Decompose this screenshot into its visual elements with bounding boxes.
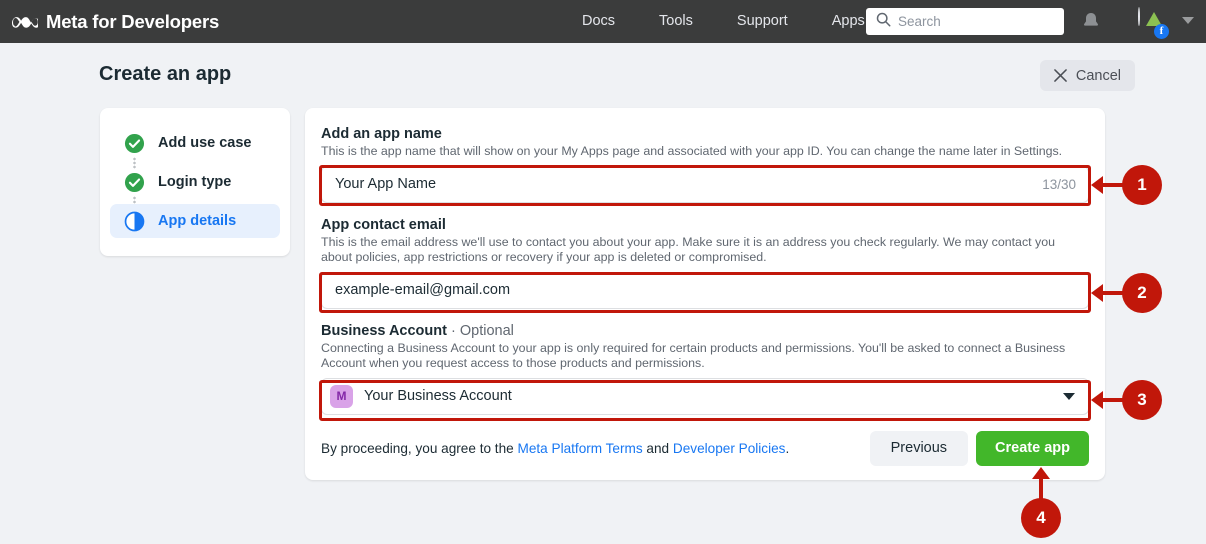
callout-badge-2: 2 — [1122, 273, 1162, 313]
business-account-select[interactable]: M Your Business Account — [321, 377, 1089, 415]
legal-prefix: By proceeding, you agree to the — [321, 440, 518, 456]
search-box[interactable]: Search — [866, 8, 1064, 35]
nav-link-docs[interactable]: Docs — [560, 0, 637, 43]
legal-suffix: . — [785, 440, 790, 456]
business-account-optional: · Optional — [451, 322, 514, 339]
check-circle-icon — [124, 133, 145, 154]
previous-button[interactable]: Previous — [869, 430, 969, 466]
avatar[interactable]: f — [1138, 7, 1169, 39]
meta-infinity-icon — [12, 13, 40, 31]
search-placeholder: Search — [898, 14, 941, 29]
business-account-selected-value: Your Business Account — [364, 388, 512, 404]
app-name-counter: 13/30 — [1042, 176, 1076, 192]
nav-link-tools[interactable]: Tools — [637, 0, 715, 43]
create-app-button[interactable]: Create app — [976, 430, 1089, 466]
callout-4-arrow-icon — [1032, 467, 1050, 479]
callout-badge-4: 4 — [1021, 498, 1061, 538]
callout-badge-1: 1 — [1122, 165, 1162, 205]
top-navigation-bar: Meta for Developers Docs Tools Support A… — [0, 0, 1206, 43]
search-icon — [876, 12, 891, 32]
chevron-down-icon — [1063, 392, 1075, 400]
developer-policies-link[interactable]: Developer Policies — [673, 441, 786, 456]
callout-2-arrow-icon — [1091, 284, 1103, 302]
brand-title: Meta for Developers — [46, 10, 220, 32]
app-details-form-card: Add an app name This is the app name tha… — [305, 108, 1105, 480]
sidebar-item-add-use-case[interactable]: Add use case — [100, 126, 290, 169]
business-account-section: Business Account · Optional Connecting a… — [321, 323, 1089, 415]
app-name-description: This is the app name that will show on y… — [321, 144, 1063, 158]
contact-email-label: App contact email — [321, 216, 446, 233]
contact-email-section: App contact email This is the email addr… — [321, 217, 1089, 309]
sidebar-item-label: App details — [158, 213, 237, 229]
facebook-badge-icon: f — [1154, 24, 1169, 39]
close-icon — [1054, 69, 1067, 82]
contact-email-input[interactable] — [321, 271, 1089, 309]
app-name-section: Add an app name This is the app name tha… — [321, 126, 1089, 203]
contact-email-description: This is the email address we'll use to c… — [321, 234, 1055, 265]
sidebar-item-app-details[interactable]: App details — [110, 204, 280, 238]
form-footer: By proceeding, you agree to the Meta Pla… — [321, 430, 1089, 466]
sidebar-item-login-type[interactable]: Login type — [100, 165, 290, 208]
sidebar-item-label: Login type — [158, 174, 232, 190]
bell-icon[interactable] — [1078, 10, 1104, 34]
nav-link-support[interactable]: Support — [715, 0, 810, 43]
legal-text: By proceeding, you agree to the Meta Pla… — [321, 441, 789, 456]
brand-logo[interactable]: Meta for Developers — [0, 11, 219, 33]
chevron-down-icon[interactable] — [1182, 17, 1194, 24]
step-navigation: Add use case Login type App details — [100, 108, 290, 256]
app-name-label: Add an app name — [321, 126, 442, 142]
callout-1-arrow-icon — [1091, 176, 1103, 194]
half-circle-icon — [124, 211, 145, 232]
business-account-title: Business Account — [321, 322, 447, 339]
nav-links: Docs Tools Support Apps — [560, 0, 887, 43]
sidebar-item-label: Add use case — [158, 135, 252, 151]
callout-badge-3: 3 — [1122, 380, 1162, 420]
app-name-input[interactable] — [321, 165, 1089, 203]
page-title: Create an app — [99, 63, 232, 85]
business-avatar: M — [330, 384, 353, 408]
business-account-description: Connecting a Business Account to your ap… — [321, 340, 1066, 371]
business-account-label: Business Account · Optional — [321, 323, 1089, 339]
legal-middle: and — [642, 440, 673, 456]
cancel-button[interactable]: Cancel — [1039, 60, 1135, 91]
callout-3-arrow-icon — [1091, 391, 1103, 409]
cancel-button-label: Cancel — [1075, 67, 1121, 84]
meta-platform-terms-link[interactable]: Meta Platform Terms — [518, 441, 643, 456]
check-circle-icon — [124, 172, 145, 193]
avatar-image — [1138, 7, 1140, 26]
